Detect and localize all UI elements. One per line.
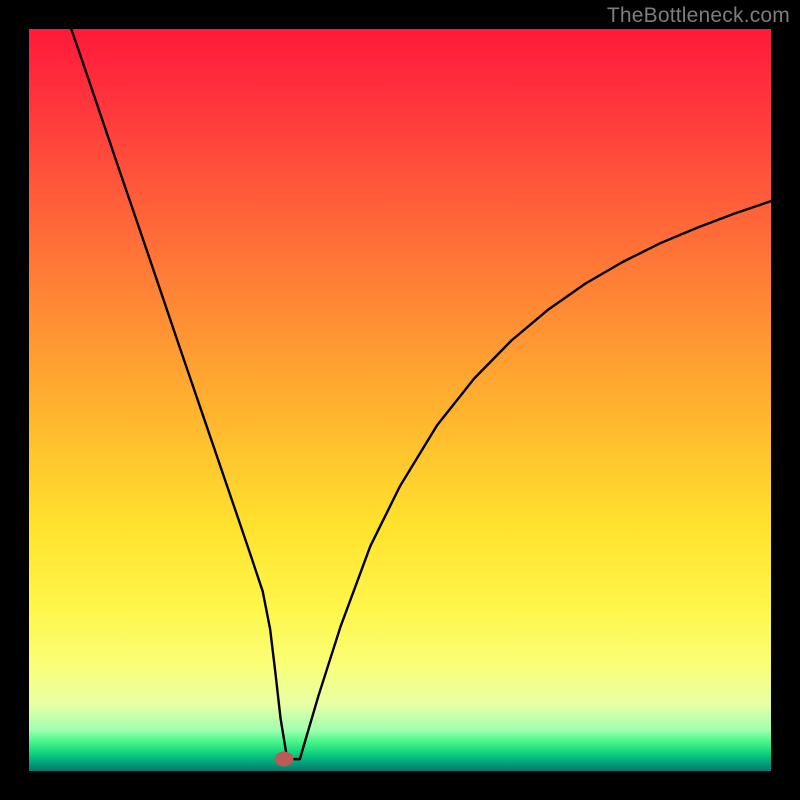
plot-area — [29, 29, 771, 771]
chart-frame: TheBottleneck.com — [0, 0, 800, 800]
bottleneck-curve — [29, 29, 771, 771]
minimum-marker — [274, 752, 293, 767]
watermark-text: TheBottleneck.com — [607, 4, 790, 28]
